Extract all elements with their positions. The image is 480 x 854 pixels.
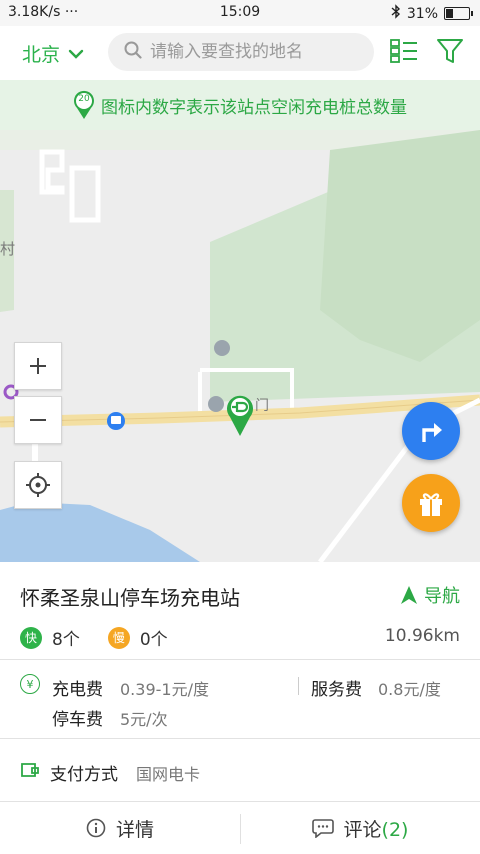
charging-station-pin[interactable] — [226, 393, 254, 441]
distance: 10.96km — [384, 626, 460, 646]
parking-fee-value: 5元/次 — [120, 710, 168, 729]
wallet-icon — [20, 760, 40, 784]
info-icon — [86, 818, 106, 838]
comments-text: 评论 — [343, 818, 382, 841]
bluetooth-icon — [391, 4, 401, 23]
plus-icon — [30, 358, 46, 374]
filter-icon — [437, 39, 463, 63]
gift-button[interactable] — [402, 474, 460, 532]
filter-button[interactable] — [436, 37, 464, 69]
fast-charger-badge: 快 — [20, 626, 42, 649]
battery-percent: 31% — [406, 5, 438, 22]
service-fee-value: 0.8元/度 — [378, 680, 441, 699]
zoom-in-button[interactable] — [14, 342, 62, 390]
list-icon — [390, 39, 417, 63]
payment-label: 支付方式 — [50, 765, 118, 785]
chevron-down-icon — [68, 42, 84, 64]
status-right: 31% — [391, 4, 473, 23]
charger-counts: 快 8个 慢 0个 — [20, 625, 168, 650]
divider — [0, 659, 480, 660]
details-label: 详情 — [115, 818, 154, 841]
route-button[interactable] — [402, 402, 460, 460]
notice-banner: 20 图标内数字表示该站点空闲充电桩总数量 — [0, 80, 480, 130]
search-input[interactable] — [150, 42, 360, 62]
search-bar[interactable] — [108, 33, 374, 71]
map-label-village: 村 — [0, 240, 16, 258]
turn-right-icon — [422, 423, 442, 442]
slow-charger-badge: 慢 — [107, 626, 130, 649]
tab-divider — [240, 814, 241, 844]
zoom-out-button[interactable] — [14, 396, 62, 444]
locate-button[interactable] — [14, 461, 62, 509]
divider — [0, 738, 480, 739]
comments-label: 评论(2) — [344, 815, 409, 842]
comments-count: (2) — [381, 818, 409, 841]
battery-icon — [444, 7, 473, 20]
notice-text: 图标内数字表示该站点空闲充电桩总数量 — [101, 97, 407, 118]
fee-divider — [298, 677, 299, 695]
charge-fee-value: 0.39-1元/度 — [120, 680, 209, 699]
search-icon — [124, 41, 142, 63]
crosshair-icon — [26, 473, 50, 497]
city-selector[interactable]: 北京 — [22, 40, 84, 67]
charging-pin-icon — [227, 395, 253, 436]
charge-fee-label: 充电费 — [52, 680, 103, 700]
comment-icon — [311, 819, 334, 838]
fast-charger-count: 8个 — [52, 630, 80, 650]
navigation-arrow-icon — [401, 586, 417, 604]
map-view[interactable]: 村 门 — [0, 130, 480, 562]
comments-tab[interactable]: 评论(2) — [240, 802, 480, 854]
status-bar: 3.18K/s ··· 15:09 31% — [0, 0, 480, 26]
top-bar: 北京 — [0, 26, 480, 80]
details-tab[interactable]: 详情 — [0, 802, 240, 854]
navigate-button[interactable]: 导航 — [400, 582, 460, 608]
station-name: 怀柔圣泉山停车场充电站 — [20, 586, 240, 610]
payment-value: 国网电卡 — [136, 765, 201, 784]
minus-icon — [30, 419, 46, 421]
gift-icon — [420, 493, 442, 516]
city-name: 北京 — [22, 43, 61, 66]
service-fee-label: 服务费 — [311, 680, 362, 700]
list-view-button[interactable] — [390, 39, 418, 67]
fee-icon: ¥ — [20, 674, 40, 694]
slow-charger-count: 0个 — [139, 630, 168, 650]
parking-fee-label: 停车费 — [52, 710, 103, 730]
badge-number: 20 — [78, 94, 90, 104]
map-label-gate: 门 — [255, 398, 269, 414]
station-panel: 怀柔圣泉山停车场充电站 导航 快 8个 慢 0个 10.96km ¥ 充电费 0… — [0, 562, 480, 854]
map-pin-badge-icon: 20 — [73, 90, 95, 120]
battery-fill — [446, 9, 453, 18]
navigate-label: 导航 — [424, 586, 460, 607]
